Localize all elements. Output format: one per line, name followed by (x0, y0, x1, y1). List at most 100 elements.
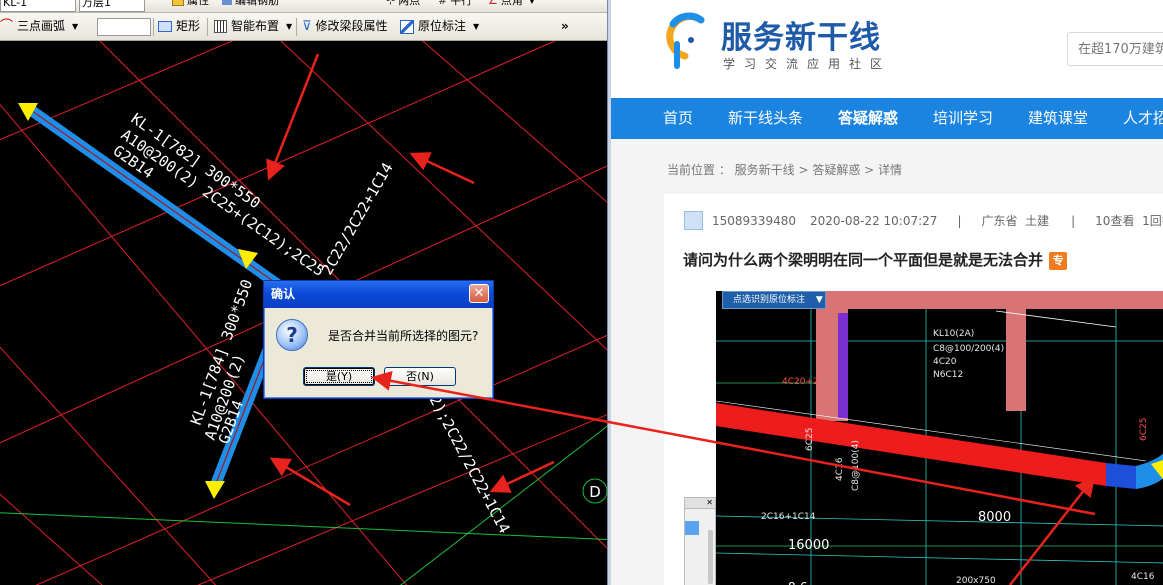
logo-icon[interactable] (661, 10, 709, 72)
side-panel[interactable]: ✕ (684, 497, 716, 585)
in-situ-icon (400, 19, 414, 34)
cad-toolbar: ⌒ 三点画弧 ▼ ▼ 矩形 智能布置 ▼ ⊽ 修改梁段属性 原位标注 ▼ (0, 13, 607, 41)
modify-span-label: 修改梁段属性 (315, 19, 388, 33)
meta-separator: | (1071, 213, 1076, 228)
two-point-icon: ⊹ (386, 0, 396, 7)
expert-badge: 专 (1049, 251, 1068, 270)
shot-left-tag: 4C20+2 (782, 377, 819, 387)
shot-bottom-left: 2C16+1C14 (761, 512, 816, 522)
toolbar-overflow-button[interactable]: » (561, 13, 569, 40)
smart-layout-icon (214, 20, 227, 33)
nav-item-headlines[interactable]: 新干线头条 (728, 98, 803, 139)
shot-beam-top: 4C20 (933, 357, 957, 367)
grid-line (0, 346, 217, 585)
two-point-label: 两点 (398, 0, 421, 7)
rect-tool[interactable]: 矩形 (158, 13, 200, 40)
beam1-stirrup: A10@200(2) 2C25+(2C12);2C25 (118, 126, 328, 281)
nav-item-classroom[interactable]: 建筑课堂 (1028, 98, 1088, 139)
question-screenshot[interactable]: KL10(2A) C8@100/200(4) 4C20 N6C12 4C20+2… (716, 291, 1163, 585)
shot-bottom-mid: 200x750 (956, 576, 996, 585)
edit-rebar-button[interactable]: 编辑钢筋 (222, 0, 279, 8)
question-title: 请问为什么两个梁明明在同一个平面但是就是无法合并专 (683, 249, 1068, 270)
main-nav: 首页 新干线头条 答疑解惑 培训学习 建筑课堂 人才招 (611, 98, 1163, 139)
rect-label: 矩形 (176, 19, 201, 33)
dialog-titlebar[interactable]: 确认 ✕ (264, 281, 493, 308)
edit-rebar-icon (222, 0, 232, 5)
breadcrumb[interactable]: 当前位置 ： 服务新干线 > 答疑解惑 > 详情 (667, 161, 902, 178)
nav-item-qa[interactable]: 答疑解惑 (838, 98, 898, 139)
arc-combo-field[interactable] (97, 17, 151, 36)
in-situ-label: 原位标注 (418, 19, 467, 33)
toolbar-divider (207, 18, 208, 36)
beam-type-combo[interactable]: KL-1 万层1 (0, 0, 145, 12)
screenshot-canvas: KL10(2A) C8@100/200(4) 4C20 N6C12 4C20+2… (716, 291, 1163, 585)
chevron-down-icon: ▼ (815, 295, 823, 305)
overflow-icon: » (561, 19, 569, 33)
question-meta: 15089339480 2020-08-22 10:07:27 | 广东省 土建… (684, 211, 1163, 230)
property-button[interactable]: 属性 (172, 0, 209, 8)
grid-line (0, 41, 556, 287)
meta-date: 2020-08-22 10:07:27 (809, 213, 938, 228)
arc-icon: ⌒ (0, 19, 14, 34)
shot-bottom-right: 4C16 (1131, 572, 1155, 582)
cad-window[interactable]: KL-1 万层1 属性 编辑钢筋 ⊹ 两点 # 平行 ∠ 点角 ▼ ⌒ 三点画弧 (0, 0, 607, 585)
nav-item-jobs[interactable]: 人才招 (1123, 98, 1163, 139)
shot-span-8000: 8000 (978, 510, 1011, 525)
no-button[interactable]: 否(N) (384, 367, 456, 386)
modify-span-icon: ⊽ (302, 19, 312, 34)
point-angle-label: 点角 (500, 0, 523, 7)
property-label: 属性 (187, 0, 209, 7)
shot-span-16000: 16000 (788, 538, 829, 553)
chevron-down-icon[interactable]: ▼ (286, 13, 292, 40)
arc-label: 三点画弧 (17, 19, 66, 33)
smart-layout-tool[interactable]: 智能布置 ▼ (214, 13, 292, 40)
web-page: 服务新干线 学习交流应用社区 在超170万建筑 首页 新干线头条 答疑解惑 培训… (611, 0, 1163, 585)
grid-line (0, 41, 234, 141)
two-point-button[interactable]: ⊹ 两点 (386, 0, 420, 8)
point-angle-icon: ∠ (488, 0, 498, 7)
search-input[interactable]: 在超170万建筑 (1067, 32, 1163, 66)
cad-toolbar-top: KL-1 万层1 属性 编辑钢筋 ⊹ 两点 # 平行 ∠ 点角 ▼ (0, 0, 607, 13)
nav-item-training[interactable]: 培训学习 (933, 98, 993, 139)
shot-toolbar-label: 点选识别原位标注 (733, 295, 806, 305)
parallel-icon: # (438, 0, 448, 7)
parallel-button[interactable]: # 平行 (438, 0, 472, 8)
combo-layer[interactable]: 万层1 (79, 0, 145, 12)
site-header: 服务新干线 学习交流应用社区 在超170万建筑 (611, 0, 1163, 98)
nav-item-home[interactable]: 首页 (663, 98, 693, 139)
grid-line (0, 493, 103, 585)
smart-layout-label: 智能布置 (231, 19, 280, 33)
site-name[interactable]: 服务新干线 (721, 12, 881, 57)
question-card: 15089339480 2020-08-22 10:07:27 | 广东省 土建… (664, 194, 1163, 585)
in-situ-tool[interactable]: 原位标注 ▼ (400, 13, 479, 40)
yes-button[interactable]: 是(Y) (303, 367, 375, 386)
shot-beam-label: KL10(2A) (933, 329, 974, 339)
scrollbar[interactable] (708, 530, 713, 584)
combo-beam[interactable]: KL-1 (0, 0, 76, 12)
close-icon[interactable]: ✕ (685, 498, 715, 509)
point-angle-button[interactable]: ∠ 点角 ▼ (488, 0, 535, 8)
chevron-down-icon[interactable]: ▼ (473, 13, 479, 40)
chevron-down-icon[interactable]: ▼ (529, 0, 535, 8)
toolbar-divider (153, 18, 154, 36)
edit-rebar-label: 编辑钢筋 (235, 0, 279, 7)
shot-toolbar-button: 点选识别原位标注 ▼ (722, 291, 826, 309)
grid-line (422, 41, 607, 203)
close-icon[interactable]: ✕ (469, 284, 489, 303)
shot-vertical-mid: 4C16 (835, 457, 845, 481)
shot-beam-side: N6C12 (933, 370, 963, 380)
toolbar-divider (296, 18, 297, 36)
shot-vertical-left: 6C25 (805, 428, 815, 451)
chevron-down-icon[interactable]: ▼ (72, 13, 78, 40)
shot-bottom-cut: 8-6 (788, 580, 808, 585)
meta-user[interactable]: 15089339480 (712, 214, 796, 228)
modify-span-tool[interactable]: ⊽ 修改梁段属性 (302, 13, 388, 40)
dialog-title: 确认 (271, 287, 296, 301)
shot-vertical-right: C8@100(4) (851, 440, 861, 491)
rect-icon (158, 21, 172, 32)
parallel-label: 平行 (450, 0, 473, 7)
arc-combo[interactable]: ▼ (97, 13, 164, 40)
arc-tool[interactable]: ⌒ 三点画弧 ▼ (0, 13, 78, 40)
beam1-top: 2C22/2C22+1C14 (318, 160, 397, 278)
avatar[interactable] (684, 211, 703, 230)
